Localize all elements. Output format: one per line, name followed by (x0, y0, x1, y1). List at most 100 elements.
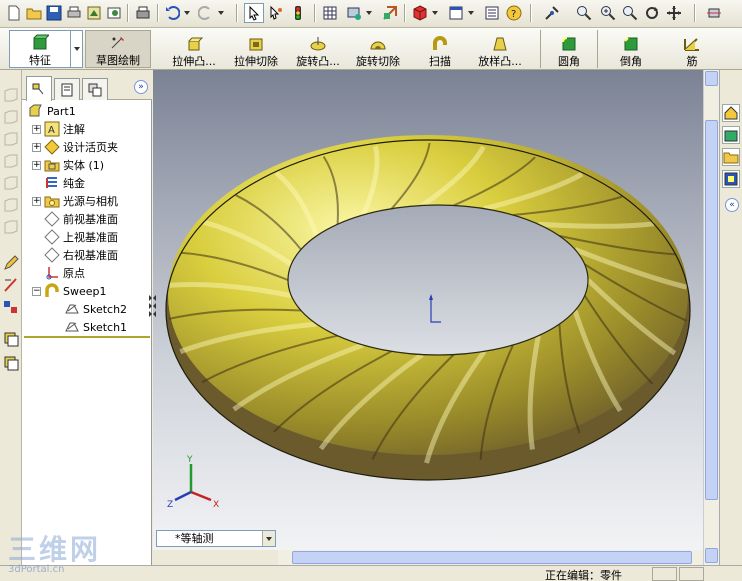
expand-toggle-icon[interactable]: + (32, 124, 41, 134)
tree-item-top-plane[interactable]: 上视基准面 (44, 228, 118, 246)
grid-icon[interactable] (320, 3, 340, 23)
features-tab-button[interactable]: 特征 (9, 30, 71, 68)
box-shape-icon[interactable] (2, 130, 20, 148)
redo-icon[interactable] (196, 3, 216, 23)
revolve-cut-button[interactable]: 旋转切除 (351, 30, 405, 68)
move-component-icon[interactable] (380, 3, 400, 23)
design-library-icon[interactable] (722, 126, 740, 144)
horizontal-scroll-thumb[interactable] (292, 551, 692, 564)
tree-item-annotations[interactable]: + A 注解 (32, 120, 85, 138)
zoom-to-fit-icon[interactable] (542, 3, 562, 23)
sweep-button[interactable]: 扫描 (420, 30, 460, 68)
tree-item-front-plane[interactable]: 前视基准面 (44, 210, 118, 228)
box-shape-icon[interactable] (2, 152, 20, 170)
scroll-down-arrow[interactable] (705, 548, 718, 563)
tab-configuration-manager[interactable] (82, 78, 108, 100)
tree-item-sketch1[interactable]: Sketch1 (64, 318, 127, 336)
tree-root-part[interactable]: Part1 (28, 102, 76, 120)
printer-icon[interactable] (133, 3, 153, 23)
expand-toggle-icon[interactable]: + (32, 160, 41, 170)
rebuild-select-icon[interactable] (266, 3, 286, 23)
expand-toggle-icon[interactable]: + (32, 196, 41, 206)
save-icon[interactable] (44, 3, 64, 23)
sketch-icon (65, 322, 79, 332)
box-shape-icon[interactable] (2, 86, 20, 104)
tree-item-lights-cameras[interactable]: + 光源与相机 (32, 192, 118, 210)
collapse-toggle-icon[interactable]: − (32, 286, 41, 296)
scroll-up-arrow[interactable] (705, 71, 718, 86)
file-explorer-icon[interactable] (722, 148, 740, 166)
display-style-dropdown-icon[interactable] (468, 11, 474, 15)
appearance-dropdown-icon[interactable] (432, 11, 438, 15)
viewport-splitter-handle[interactable] (153, 295, 156, 321)
rollback-bar[interactable] (24, 336, 150, 338)
rib-button[interactable]: 筋 (672, 30, 712, 68)
appearance-cube-icon[interactable] (410, 3, 430, 23)
sketch-pencil-icon[interactable] (2, 254, 20, 272)
rebuild-traffic-light-icon[interactable] (288, 3, 308, 23)
options-icon[interactable] (104, 3, 124, 23)
zoom-selection-icon[interactable] (620, 3, 640, 23)
tree-item-sketch2[interactable]: Sketch2 (64, 300, 127, 318)
help-icon[interactable]: ? (504, 3, 524, 23)
make-drawing-icon[interactable] (84, 3, 104, 23)
vertical-scroll-thumb[interactable] (705, 120, 718, 500)
vertical-scrollbar[interactable] (703, 70, 719, 565)
layer-icon[interactable] (2, 354, 20, 372)
expand-task-pane-icon[interactable]: « (725, 198, 739, 212)
fillet-button[interactable]: 圆角 (540, 30, 598, 68)
print-icon[interactable] (64, 3, 84, 23)
display-style-icon[interactable] (446, 3, 466, 23)
view-orientation-select[interactable]: *等轴测 (156, 530, 276, 547)
box-shape-icon[interactable] (2, 108, 20, 126)
view-settings-icon[interactable] (344, 3, 364, 23)
tab-feature-tree[interactable] (26, 76, 52, 101)
expand-toggle-icon[interactable]: + (32, 142, 41, 152)
loft-boss-button[interactable]: 放样凸... (470, 30, 530, 68)
expand-panel-icon[interactable]: » (134, 80, 148, 94)
tree-item-right-plane[interactable]: 右视基准面 (44, 246, 118, 264)
rotate-view-icon[interactable] (642, 3, 662, 23)
graphics-viewport[interactable]: Y X Z (153, 70, 703, 550)
layer-icon[interactable] (2, 330, 20, 348)
tree-item-sweep1[interactable]: − Sweep1 (32, 282, 107, 300)
home-icon[interactable] (722, 104, 740, 122)
tree-item-solid-bodies[interactable]: + 实体 (1) (32, 156, 104, 174)
undo-dropdown-icon[interactable] (184, 11, 190, 15)
plane-icon (44, 247, 60, 263)
zoom-area-icon[interactable] (574, 3, 594, 23)
twisted-torus-model[interactable]: Y X Z (153, 70, 703, 550)
tree-item-material[interactable]: 纯金 (44, 174, 85, 192)
zoom-in-out-icon[interactable] (598, 3, 618, 23)
sketch-tab-button[interactable]: 草图绘制 (85, 30, 151, 68)
revolve-boss-button[interactable]: 旋转凸... (288, 30, 348, 68)
pan-icon[interactable] (664, 3, 684, 23)
view-palette-icon[interactable] (722, 170, 740, 188)
rib-label: 筋 (686, 55, 698, 68)
view-dropdown-button[interactable] (262, 531, 275, 546)
view-settings-dropdown-icon[interactable] (366, 11, 372, 15)
new-document-icon[interactable] (4, 3, 24, 23)
smart-dimension-icon[interactable] (2, 276, 20, 294)
svg-text:A: A (48, 125, 55, 136)
undo-icon[interactable] (162, 3, 182, 23)
redo-dropdown-icon[interactable] (218, 11, 224, 15)
select-pointer-icon[interactable] (244, 3, 264, 23)
relations-icon[interactable] (2, 298, 20, 316)
features-dropdown[interactable] (71, 30, 83, 68)
torus-hole (287, 204, 589, 356)
open-folder-icon[interactable] (24, 3, 44, 23)
tree-item-design-binder[interactable]: + 设计活页夹 (32, 138, 118, 156)
box-shape-icon[interactable] (2, 196, 20, 214)
horizontal-scrollbar[interactable] (278, 550, 703, 565)
section-view-icon[interactable] (704, 3, 724, 23)
extrude-boss-button[interactable]: 拉伸凸... (164, 30, 224, 68)
box-shape-icon[interactable] (2, 218, 20, 236)
extrude-cut-button[interactable]: 拉伸切除 (229, 30, 283, 68)
panel-splitter-handle[interactable] (149, 295, 152, 321)
tab-property-manager[interactable] (54, 78, 80, 100)
tree-item-origin[interactable]: 原点 (44, 264, 85, 282)
chamfer-button[interactable]: 倒角 (604, 30, 658, 68)
properties-list-icon[interactable] (482, 3, 502, 23)
box-shape-icon[interactable] (2, 174, 20, 192)
